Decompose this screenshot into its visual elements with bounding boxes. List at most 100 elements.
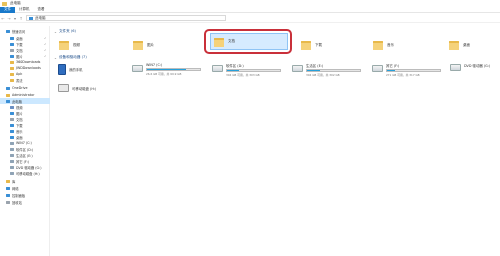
folder-icon [2, 1, 7, 6]
drive-space: 304 GB 可用，共 303 GB [226, 73, 260, 77]
folder-icon [10, 78, 14, 82]
folder-downloads[interactable]: 下载 [298, 37, 358, 53]
download-icon [10, 42, 14, 46]
sidebar-item[interactable]: 库 [0, 178, 50, 184]
window-title: 此电脑 [10, 1, 21, 5]
sidebar-item-label: 回收站 [12, 200, 22, 205]
document-icon [10, 48, 14, 52]
sidebar-item[interactable]: 可移动磁盘 (H:) [0, 170, 50, 176]
phone-icon [58, 64, 66, 75]
picture-icon [10, 111, 14, 115]
sidebar-item[interactable]: 网络 [0, 185, 50, 191]
folder-music[interactable]: 音乐 [370, 37, 430, 53]
tab-view[interactable]: 查看 [34, 7, 49, 13]
picture-folder-icon [133, 40, 143, 50]
user-icon [6, 93, 10, 97]
device-my-phone[interactable]: 我的手机 [58, 64, 83, 75]
chevron-down-icon: ⌄ [54, 55, 57, 60]
sidebar-item-label: 视频 [16, 105, 23, 110]
video-icon [10, 105, 14, 109]
usb-drive-icon [58, 84, 69, 92]
drive-c[interactable]: WIN7 (C:) 26.6 GB 可用，共 99.9 GB [132, 61, 212, 77]
folders-group-label: 文件夹 (6) [58, 29, 76, 33]
computer-icon [29, 16, 33, 20]
drive-space: 304 GB 可用，共 302 GB [306, 73, 340, 77]
folder-videos[interactable]: 视频 [56, 37, 116, 53]
sidebar-item-label: 网络 [12, 186, 19, 191]
drive-name: WIN7 (C:) [146, 63, 163, 67]
folder-label: 音乐 [387, 42, 394, 47]
library-icon [6, 179, 10, 183]
sidebar-item[interactable]: 書法 [0, 77, 50, 83]
sidebar-item-label: 快速访问 [12, 29, 26, 34]
sidebar-item-label: 桌面 [16, 36, 23, 41]
drive-name: 软件区 (D:) [226, 64, 244, 68]
drive-usage-bar [146, 68, 201, 71]
highlight-annotation [204, 29, 292, 54]
drive-d[interactable]: 软件区 (D:) 304 GB 可用，共 303 GB [212, 61, 292, 77]
sidebar-item[interactable]: OneDrive [0, 85, 50, 91]
dvd-drive-icon [450, 64, 461, 71]
tab-computer[interactable]: 计算机 [15, 7, 34, 13]
devices-group-label: 设备和驱动器 (7) [58, 55, 87, 59]
drive-space: 271 GB 可用，共 317 GB [386, 73, 420, 77]
sidebar-item-label: 書法 [16, 78, 23, 83]
device-removable-h[interactable]: 可移动磁盘 (H:) [58, 84, 96, 92]
drive-icon [212, 65, 223, 72]
sidebar-item[interactable]: 回收站 [0, 199, 50, 205]
sidebar-item-label: 软件区 (D:) [16, 147, 34, 152]
drive-icon [10, 159, 14, 163]
folder-pictures[interactable]: 图片 [130, 37, 190, 53]
pin-icon: ✓ [44, 42, 47, 46]
desktop-icon [10, 36, 14, 40]
sidebar-item-label: 其它 (F:) [16, 159, 29, 164]
sidebar-item[interactable]: 快速访问 [0, 28, 50, 34]
usb-drive-icon [10, 171, 14, 175]
folder-desktop[interactable]: 桌面 [446, 37, 500, 53]
sidebar-item-label: 文档 [16, 117, 23, 122]
folder-icon [10, 60, 14, 64]
chevron-down-icon: ⌄ [54, 29, 57, 34]
sidebar-item-label: Administrator [12, 93, 35, 97]
sidebar-item-label: 生活区 (E:) [16, 153, 33, 158]
address-input[interactable]: 此电脑 [26, 15, 226, 21]
sidebar-item-label: 此电脑 [12, 99, 22, 104]
sidebar-item[interactable]: 控制面板 [0, 192, 50, 198]
devices-group-header[interactable]: ⌄ 设备和驱动器 (7) [54, 55, 87, 60]
drive-icon [10, 147, 14, 151]
drive-f[interactable]: 其它 (F:) 271 GB 可用，共 317 GB [372, 61, 452, 77]
music-icon [10, 129, 14, 133]
drive-e[interactable]: 生活区 (E:) 304 GB 可用，共 302 GB [292, 61, 372, 77]
document-icon [10, 117, 14, 121]
ribbon-tabs: 文件 计算机 查看 [0, 6, 500, 13]
up-button[interactable]: ↑ [18, 15, 24, 21]
sidebar-item-label: OneDrive [12, 86, 28, 90]
drive-g[interactable]: DVD 驱动器 (G:) [450, 63, 500, 79]
folders-group-header[interactable]: ⌄ 文件夹 (6) [54, 29, 76, 34]
drive-name: 生活区 (E:) [306, 64, 324, 68]
sidebar-item-label: 库 [12, 179, 16, 184]
sidebar-item-label: 图片 [16, 111, 23, 116]
computer-icon [6, 99, 10, 103]
download-folder-icon [301, 40, 311, 50]
video-folder-icon [59, 40, 69, 50]
sidebar-item-label: Apk [16, 72, 23, 76]
device-label: 我的手机 [69, 68, 83, 72]
recycle-bin-icon [6, 200, 10, 204]
sidebar-item-label: 360Downloads [16, 60, 41, 64]
drive-icon [292, 65, 303, 72]
sidebar-item-label: DVD 驱动器 (G:) [16, 165, 42, 170]
folder-label: 下载 [315, 42, 322, 47]
sidebar-item-label: JWDDownloads [16, 66, 41, 70]
star-icon [6, 29, 10, 33]
pin-icon: ✓ [44, 54, 47, 58]
tab-file[interactable]: 文件 [0, 6, 15, 13]
drive-name: 其它 (F:) [386, 64, 400, 68]
music-folder-icon [373, 40, 383, 50]
drive-icon [10, 153, 14, 157]
network-icon [6, 186, 10, 190]
drive-name: DVD 驱动器 (G:) [464, 64, 491, 68]
picture-icon [10, 54, 14, 58]
drive-icon [372, 65, 383, 72]
device-label: 可移动磁盘 (H:) [72, 86, 97, 91]
